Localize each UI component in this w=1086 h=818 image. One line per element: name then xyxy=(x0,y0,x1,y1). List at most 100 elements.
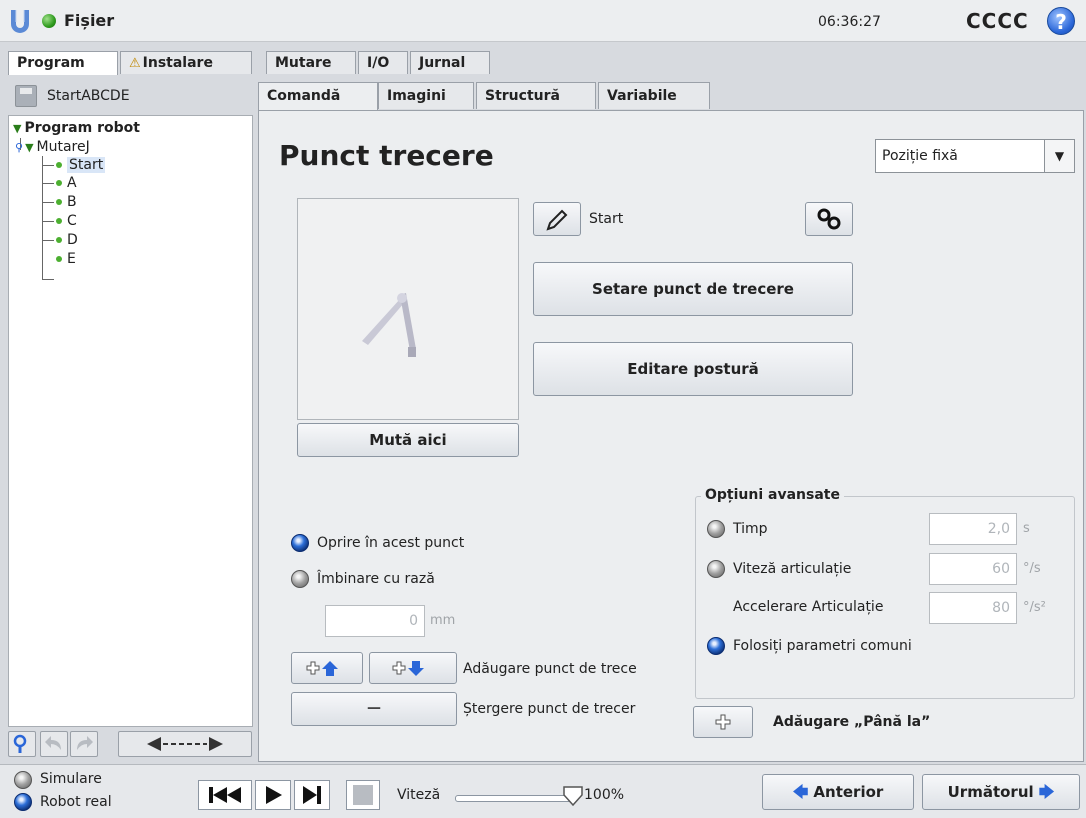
tree-toolbar xyxy=(8,727,253,761)
tab-log[interactable]: Jurnal xyxy=(410,51,490,74)
tree-node-e[interactable]: E xyxy=(56,251,76,268)
tab-move[interactable]: Mutare xyxy=(266,51,356,74)
add-after-icon xyxy=(392,661,424,676)
tree-node-b[interactable]: B xyxy=(56,194,77,211)
resize-panel-button[interactable] xyxy=(118,731,252,757)
delete-waypoint-button[interactable]: — xyxy=(291,692,457,726)
add-waypoint-label: Adăugare punct de trece xyxy=(463,661,637,677)
real-robot-radio[interactable] xyxy=(14,793,32,811)
joint-accel-label: Accelerare Articulație xyxy=(733,599,884,615)
set-waypoint-button[interactable]: Setare punct de trecere xyxy=(533,262,853,316)
shared-params-label: Folosiți parametri comuni xyxy=(733,638,912,654)
add-until-button[interactable] xyxy=(693,706,753,738)
tab-io-label: I/O xyxy=(367,55,390,71)
simulation-radio[interactable] xyxy=(14,771,32,789)
tab-installation-label: Instalare xyxy=(142,55,213,71)
program-tree: ▼ Program robot ⚲ ▼ MutareJ Start A B C D E xyxy=(8,115,253,727)
speed-slider-thumb[interactable] xyxy=(562,785,584,807)
expand-triangle-icon[interactable]: ▼ xyxy=(13,122,21,135)
edit-pose-label: Editare postură xyxy=(627,360,759,378)
tab-installation[interactable]: ⚠ Instalare xyxy=(120,51,252,74)
add-waypoint-before-button[interactable] xyxy=(291,652,363,684)
move-here-label: Mută aici xyxy=(369,431,447,449)
tree-node-d[interactable]: D xyxy=(56,232,78,249)
move-here-button[interactable]: Mută aici xyxy=(297,423,519,457)
link-button[interactable] xyxy=(805,202,853,236)
search-icon xyxy=(13,734,27,753)
program-header: StartABCDE xyxy=(7,79,255,113)
tab-io[interactable]: I/O xyxy=(358,51,408,74)
shared-params-radio[interactable] xyxy=(707,637,725,655)
tab-graphics[interactable]: Imagini xyxy=(378,82,474,109)
set-waypoint-label: Setare punct de trecere xyxy=(592,280,794,298)
tree-node-e-label: E xyxy=(67,251,76,267)
speed-slider[interactable] xyxy=(455,795,577,802)
blend-unit: mm xyxy=(430,613,456,628)
save-icon[interactable] xyxy=(15,85,37,107)
joint-speed-unit: °/s xyxy=(1023,561,1041,576)
next-button[interactable]: Următorul 🡆 xyxy=(922,774,1080,810)
waypoint-type-dropdown[interactable]: Poziție fixă ▼ xyxy=(875,139,1075,173)
page-title: Punct trecere xyxy=(279,139,494,172)
stop-radio[interactable] xyxy=(291,534,309,552)
tree-root[interactable]: ▼ Program robot xyxy=(13,120,140,137)
advanced-options-title: Opțiuni avansate xyxy=(701,487,844,503)
edit-pose-button[interactable]: Editare postură xyxy=(533,342,853,396)
tree-node-move-label: MutareJ xyxy=(36,139,90,155)
top-bar: Fișier 06:36:27 CCCC ? xyxy=(0,0,1086,42)
clock: 06:36:27 xyxy=(818,14,881,30)
tree-node-a-label: A xyxy=(67,175,77,191)
tab-variables[interactable]: Variabile xyxy=(598,82,710,109)
help-icon[interactable]: ? xyxy=(1047,7,1075,35)
tab-graphics-label: Imagini xyxy=(387,88,446,104)
previous-button[interactable]: 🡄 Anterior xyxy=(762,774,914,810)
expand-triangle-icon[interactable]: ▼ xyxy=(25,141,33,154)
stop-label: Oprire în acest punct xyxy=(317,535,465,551)
rewind-button[interactable] xyxy=(198,780,252,810)
add-waypoint-after-button[interactable] xyxy=(369,652,457,684)
redo-icon xyxy=(77,736,93,750)
tab-command[interactable]: Comandă xyxy=(258,82,378,111)
file-menu[interactable]: Fișier xyxy=(64,11,114,30)
time-radio[interactable] xyxy=(707,520,725,538)
blend-radio[interactable] xyxy=(291,570,309,588)
time-field[interactable]: 2,0 xyxy=(929,513,1017,545)
tree-root-label: Program robot xyxy=(24,120,140,136)
joint-speed-label: Viteză articulație xyxy=(733,561,852,577)
joint-speed-radio[interactable] xyxy=(707,560,725,578)
chevron-down-icon: ▼ xyxy=(1044,140,1074,172)
waypoint-dot-icon xyxy=(56,237,62,243)
waypoint-dot-icon xyxy=(56,218,62,224)
redo-button[interactable] xyxy=(70,731,98,757)
tab-program[interactable]: Program xyxy=(8,51,118,75)
node-pin-icon: ⚲ xyxy=(15,141,24,154)
blend-radius-field[interactable]: 0 xyxy=(325,605,425,637)
tree-node-a[interactable]: A xyxy=(56,175,77,192)
joint-speed-field[interactable]: 60 xyxy=(929,553,1017,585)
tab-structure-label: Structură xyxy=(485,88,560,104)
play-button[interactable] xyxy=(255,780,291,810)
program-name: StartABCDE xyxy=(47,88,130,104)
time-label: Timp xyxy=(733,521,768,537)
tree-node-move[interactable]: ⚲ ▼ MutareJ xyxy=(15,139,90,156)
waypoint-dot-icon xyxy=(56,199,62,205)
tree-node-c-label: C xyxy=(67,213,77,229)
edit-name-button[interactable] xyxy=(533,202,581,236)
main-tabs: Program ⚠ Instalare Mutare I/O Jurnal xyxy=(0,42,1086,75)
waypoint-dot-icon xyxy=(56,180,62,186)
search-button[interactable] xyxy=(8,731,36,757)
tree-node-start[interactable]: Start xyxy=(56,157,106,174)
tree-connector xyxy=(42,156,43,279)
add-until-label: Adăugare „Până la” xyxy=(773,714,931,730)
stop-button[interactable] xyxy=(346,780,380,810)
joint-accel-field[interactable]: 80 xyxy=(929,592,1017,624)
bottom-bar: Simulare Robot real Viteză 100% 🡄 Anteri… xyxy=(0,764,1086,818)
tab-structure[interactable]: Structură xyxy=(476,82,596,109)
robot-name: CCCC xyxy=(966,9,1029,33)
step-forward-button[interactable] xyxy=(294,780,330,810)
undo-button[interactable] xyxy=(40,731,68,757)
tree-node-c[interactable]: C xyxy=(56,213,77,230)
status-icon xyxy=(42,14,56,28)
waypoint-panel: Punct trecere Poziție fixă ▼ Mută aici S… xyxy=(258,110,1084,762)
arrow-right-icon: 🡆 xyxy=(1033,783,1055,801)
